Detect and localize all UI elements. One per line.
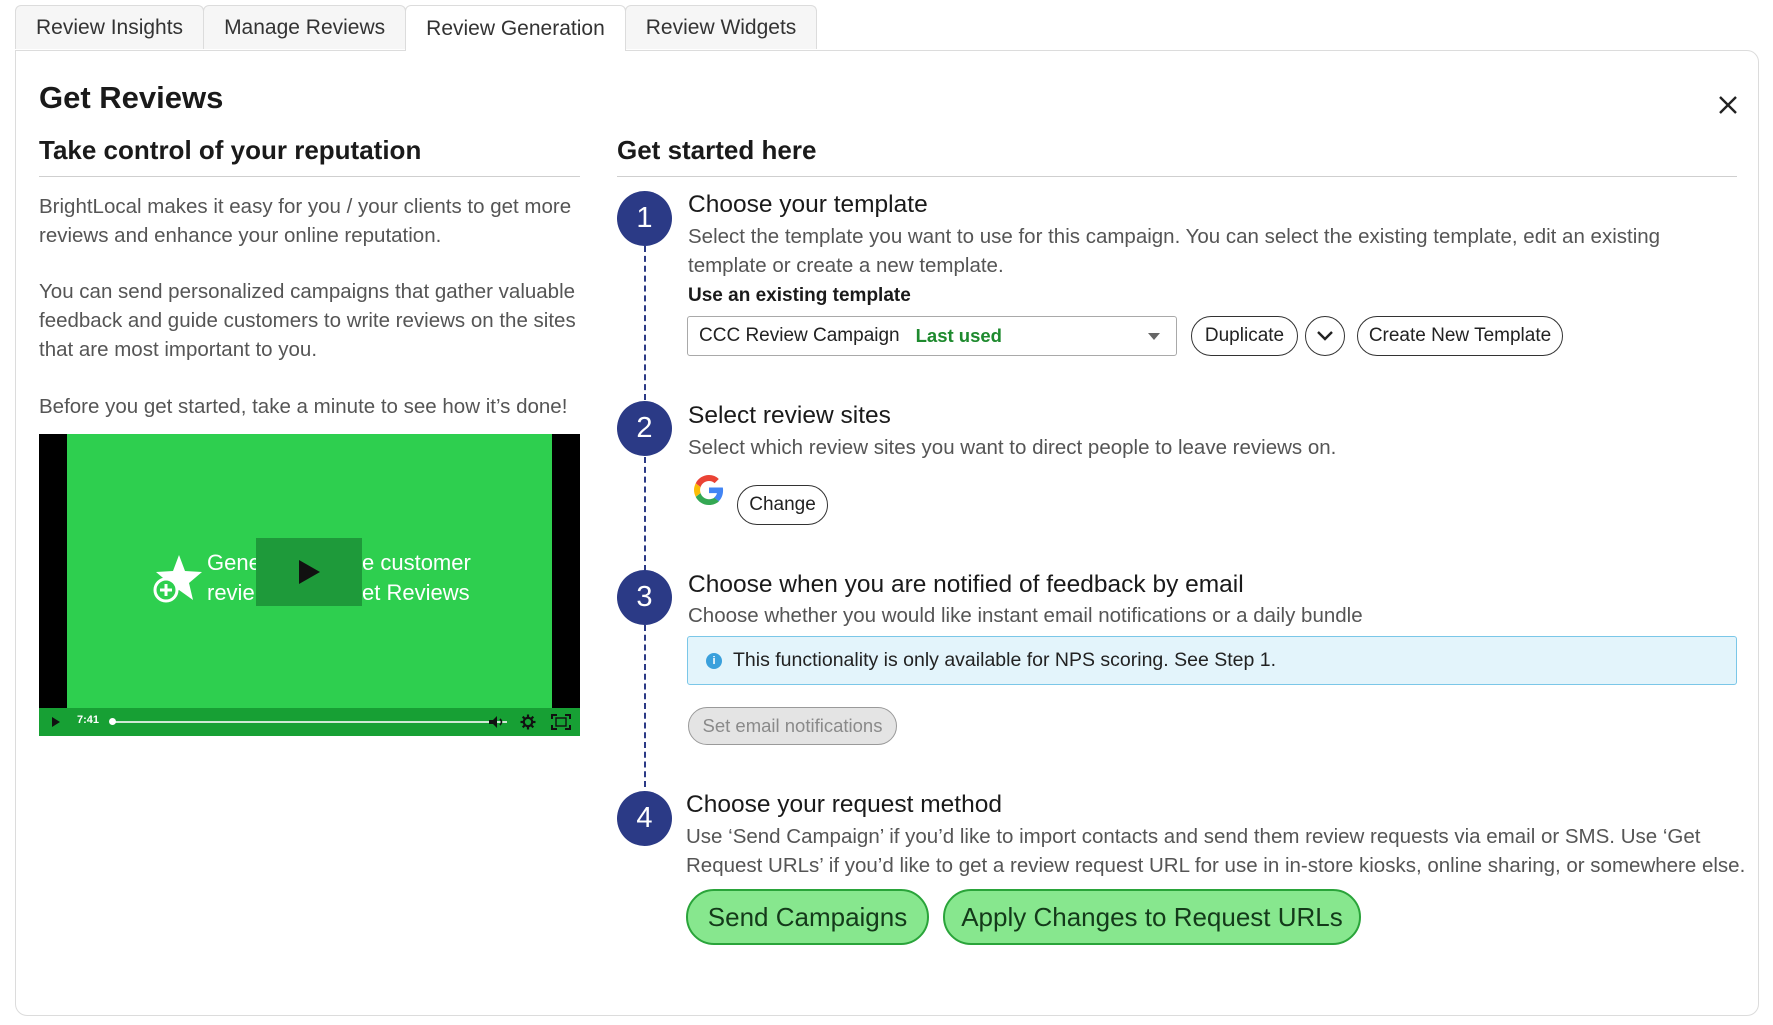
chevron-down-icon: [1317, 331, 1333, 341]
step-connector-3: [644, 625, 646, 787]
existing-template-label: Use an existing template: [688, 285, 911, 306]
video-progress-track[interactable]: [111, 721, 507, 723]
step-3-description: Choose whether you would like instant em…: [688, 604, 1363, 627]
chevron-down-icon: [1148, 333, 1160, 340]
video-duration: 7:41: [77, 714, 100, 726]
video-intro-paragraph: Before you get started, take a minute to…: [39, 395, 568, 418]
info-icon: i: [706, 652, 722, 669]
template-select[interactable]: CCC Review Campaign Last used: [687, 316, 1177, 356]
small-play-icon[interactable]: [51, 716, 61, 728]
video-title-line2-start: revie: [207, 580, 255, 605]
step-3-title: Choose when you are notified of feedback…: [688, 571, 1244, 598]
tutorial-video[interactable]: Gene revie e customer et Reviews 7:41: [39, 434, 580, 736]
tab-review-generation[interactable]: Review Generation: [405, 5, 626, 51]
step-number-4: 4: [617, 791, 672, 846]
right-heading: Get started here: [617, 135, 817, 165]
duplicate-button[interactable]: Duplicate: [1191, 316, 1298, 356]
step-number-2: 2: [617, 401, 672, 456]
intro-paragraph: BrightLocal makes it easy for you / your…: [39, 195, 572, 247]
template-options-button[interactable]: [1305, 316, 1345, 356]
video-title-line2-end: et Reviews: [362, 580, 470, 605]
google-icon: [694, 475, 724, 505]
play-icon: [299, 560, 320, 584]
page-title: Get Reviews: [39, 80, 224, 115]
info-alert-text: This functionality is only available for…: [733, 649, 1277, 671]
settings-gear-icon[interactable]: [520, 714, 536, 730]
left-divider: [39, 176, 580, 177]
step-number-3: 3: [617, 570, 672, 625]
video-progress-knob[interactable]: [109, 718, 116, 725]
tab-bar: Review Insights Manage Reviews Review Ge…: [15, 5, 818, 51]
apply-request-urls-button[interactable]: Apply Changes to Request URLs: [943, 889, 1361, 945]
video-controls: 7:41: [39, 708, 580, 736]
volume-icon[interactable]: [488, 715, 506, 729]
step-4-description: Use ‘Send Campaign’ if you’d like to imp…: [686, 825, 1746, 877]
send-campaigns-button[interactable]: Send Campaigns: [686, 889, 929, 945]
create-new-template-button[interactable]: Create New Template: [1357, 316, 1563, 356]
last-used-badge: Last used: [915, 325, 1002, 346]
step-2-description: Select which review sites you want to di…: [688, 436, 1337, 459]
video-title-line1-start: Gene: [207, 550, 261, 575]
star-plus-icon: [153, 555, 202, 603]
nps-info-alert: i This functionality is only available f…: [687, 636, 1737, 685]
video-title-line1-end: e customer: [362, 550, 471, 575]
close-icon[interactable]: [1713, 90, 1743, 120]
video-play-button[interactable]: [256, 538, 362, 606]
right-divider: [617, 176, 1737, 177]
campaign-paragraph: You can send personalized campaigns that…: [39, 280, 576, 361]
tab-review-widgets[interactable]: Review Widgets: [624, 5, 818, 49]
tab-manage-reviews[interactable]: Manage Reviews: [203, 5, 407, 49]
step-number-1: 1: [617, 191, 672, 246]
set-email-notifications-button: Set email notifications: [688, 707, 897, 745]
left-heading: Take control of your reputation: [39, 135, 422, 165]
fullscreen-icon[interactable]: [551, 714, 571, 730]
step-connector-2: [644, 457, 646, 571]
tab-review-insights[interactable]: Review Insights: [15, 5, 205, 49]
template-select-value: CCC Review Campaign: [699, 325, 900, 346]
step-2-title: Select review sites: [688, 402, 891, 429]
step-connector-1: [644, 246, 646, 400]
change-sites-button[interactable]: Change: [737, 485, 828, 525]
step-4-title: Choose your request method: [686, 791, 1002, 818]
step-1-title: Choose your template: [688, 191, 928, 218]
step-1-description: Select the template you want to use for …: [688, 225, 1661, 277]
